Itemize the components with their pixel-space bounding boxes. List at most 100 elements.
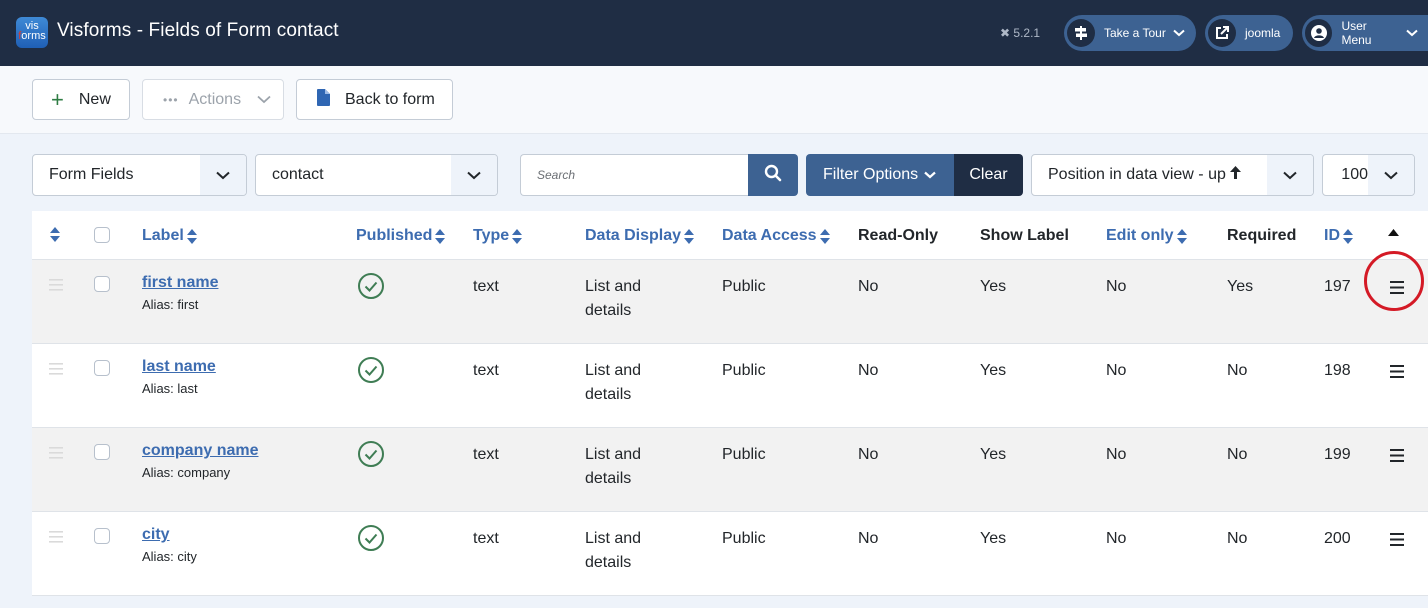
chevron-down-icon bbox=[924, 166, 936, 184]
field-show-label: Yes bbox=[980, 446, 1007, 463]
chevron-down-icon bbox=[257, 91, 271, 109]
joomla-icon: ✖ bbox=[1000, 26, 1011, 40]
row-actions-button[interactable] bbox=[1384, 526, 1410, 552]
ordering-sort-header[interactable] bbox=[50, 227, 60, 242]
chevron-down-icon bbox=[1267, 155, 1313, 195]
sort-icon bbox=[1176, 228, 1187, 244]
field-label-link[interactable]: company name bbox=[142, 442, 258, 460]
published-toggle[interactable] bbox=[357, 524, 385, 557]
edit-only-sort-header[interactable]: Edit only bbox=[1106, 227, 1187, 245]
label-sort-header[interactable]: Label bbox=[142, 227, 197, 245]
top-header: vis forms Visforms - Fields of Form cont… bbox=[0, 0, 1428, 66]
list-limit-select[interactable]: 100 bbox=[1322, 154, 1415, 196]
field-type: text bbox=[473, 362, 499, 379]
data-display-sort-header[interactable]: Data Display bbox=[585, 227, 695, 245]
clear-button[interactable]: Clear bbox=[954, 154, 1023, 196]
search-button[interactable] bbox=[748, 154, 798, 196]
published-toggle[interactable] bbox=[357, 440, 385, 473]
search-input[interactable] bbox=[520, 154, 748, 196]
published-toggle[interactable] bbox=[357, 356, 385, 389]
search-icon bbox=[764, 164, 782, 187]
field-show-label: Yes bbox=[980, 530, 1007, 547]
check-circle-icon bbox=[358, 273, 384, 299]
data-access-sort-header[interactable]: Data Access bbox=[722, 227, 830, 245]
drag-handle-icon[interactable] bbox=[49, 530, 63, 548]
field-type: text bbox=[473, 530, 499, 547]
hamburger-menu-icon bbox=[1390, 364, 1404, 378]
field-type: text bbox=[473, 278, 499, 295]
field-type: text bbox=[473, 446, 499, 463]
field-data-display: List and details bbox=[585, 530, 642, 571]
table-row: last name Alias: last text List and detai… bbox=[32, 344, 1428, 428]
take-tour-button[interactable]: Take a Tour bbox=[1064, 15, 1196, 51]
published-toggle[interactable] bbox=[357, 272, 385, 305]
page-title: Visforms - Fields of Form contact bbox=[57, 20, 339, 41]
caret-up-icon bbox=[1388, 229, 1399, 236]
check-circle-icon bbox=[358, 441, 384, 467]
field-data-access: Public bbox=[722, 362, 766, 379]
chevron-down-icon bbox=[451, 155, 497, 195]
row-checkbox[interactable] bbox=[94, 444, 110, 460]
drag-handle-icon[interactable] bbox=[49, 446, 63, 464]
row-checkbox[interactable] bbox=[94, 360, 110, 376]
column-toggle-button[interactable] bbox=[1388, 229, 1399, 236]
form-select[interactable]: contact bbox=[255, 154, 498, 196]
actions-dropdown[interactable]: ••• Actions bbox=[142, 79, 284, 120]
field-id: 199 bbox=[1324, 446, 1351, 463]
field-data-display: List and details bbox=[585, 446, 642, 487]
joomla-version: ✖ 5.2.1 bbox=[1000, 26, 1041, 40]
field-label-link[interactable]: city bbox=[142, 526, 197, 544]
user-icon bbox=[1305, 19, 1333, 47]
show-label-header: Show Label bbox=[980, 227, 1069, 244]
read-only-header: Read-Only bbox=[858, 227, 939, 244]
field-label-link[interactable]: first name bbox=[142, 274, 218, 292]
sort-icon bbox=[186, 228, 197, 244]
back-to-form-button[interactable]: Back to form bbox=[296, 79, 453, 120]
field-data-access: Public bbox=[722, 530, 766, 547]
drag-handle-icon[interactable] bbox=[49, 278, 63, 296]
view-select[interactable]: Form Fields bbox=[32, 154, 247, 196]
external-link-icon bbox=[1208, 19, 1236, 47]
hamburger-menu-icon bbox=[1390, 448, 1404, 462]
drag-handle-icon[interactable] bbox=[49, 362, 63, 380]
field-alias: Alias: city bbox=[142, 549, 197, 564]
field-data-access: Public bbox=[722, 278, 766, 295]
field-label-link[interactable]: last name bbox=[142, 358, 216, 376]
fields-table: Label Published Type Data Display Data A… bbox=[32, 211, 1428, 596]
filter-options-button[interactable]: Filter Options bbox=[806, 154, 954, 196]
field-alias: Alias: last bbox=[142, 381, 198, 396]
field-read-only: No bbox=[858, 530, 879, 547]
field-id: 197 bbox=[1324, 278, 1351, 295]
table-header: Label Published Type Data Display Data A… bbox=[32, 211, 1428, 260]
type-sort-header[interactable]: Type bbox=[473, 227, 523, 245]
field-read-only: No bbox=[858, 278, 879, 295]
published-sort-header[interactable]: Published bbox=[356, 227, 446, 245]
field-id: 198 bbox=[1324, 362, 1351, 379]
field-read-only: No bbox=[858, 362, 879, 379]
chevron-down-icon bbox=[1368, 155, 1414, 195]
highlight-circle-annotation bbox=[1364, 251, 1424, 311]
sort-icon bbox=[684, 228, 695, 244]
table-body: first name Alias: first text List and det… bbox=[32, 251, 1428, 596]
field-data-display: List and details bbox=[585, 278, 642, 319]
row-actions-button[interactable] bbox=[1384, 358, 1410, 384]
select-all-checkbox[interactable] bbox=[94, 227, 110, 243]
view-site-button[interactable]: joomla bbox=[1205, 15, 1293, 51]
field-required: No bbox=[1227, 530, 1248, 547]
field-id: 200 bbox=[1324, 530, 1351, 547]
row-actions-button[interactable] bbox=[1384, 442, 1410, 468]
signpost-icon bbox=[1067, 19, 1095, 47]
field-alias: Alias: company bbox=[142, 465, 231, 480]
sort-select[interactable]: Position in data view - up bbox=[1031, 154, 1314, 196]
user-menu-button[interactable]: User Menu bbox=[1302, 15, 1428, 51]
field-data-display: List and details bbox=[585, 362, 642, 403]
ellipsis-icon: ••• bbox=[163, 92, 179, 107]
row-checkbox[interactable] bbox=[94, 276, 110, 292]
field-show-label: Yes bbox=[980, 278, 1007, 295]
hamburger-menu-icon bbox=[1390, 532, 1404, 546]
row-checkbox[interactable] bbox=[94, 528, 110, 544]
new-button[interactable]: + New bbox=[32, 79, 130, 120]
sort-icon bbox=[512, 228, 523, 244]
id-sort-header[interactable]: ID bbox=[1324, 227, 1353, 245]
field-edit-only: No bbox=[1106, 446, 1127, 463]
